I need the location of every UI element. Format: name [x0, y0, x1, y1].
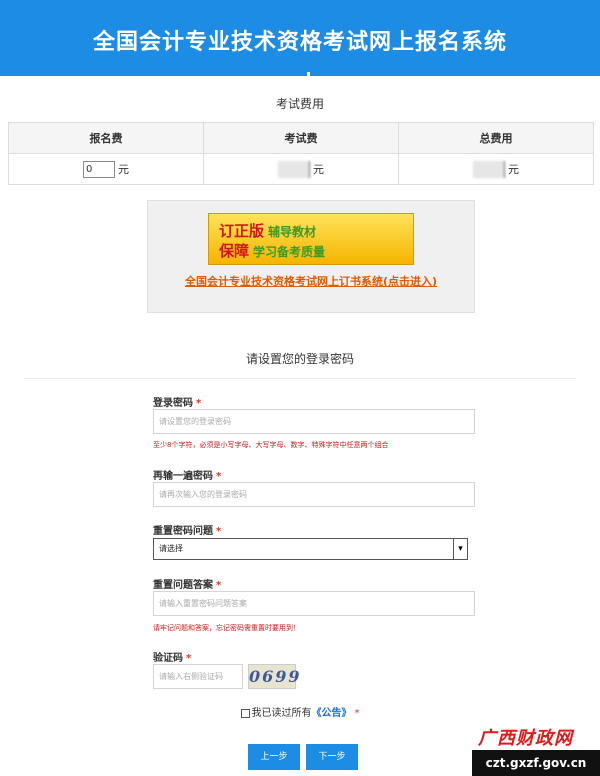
- required-mark: *: [186, 653, 192, 664]
- promo-banner-line2-sub: 学习备考质量: [253, 245, 326, 259]
- chevron-down-icon[interactable]: ▾: [453, 539, 467, 559]
- security-answer-label: 重置问题答案 *: [153, 576, 221, 591]
- fee-unit: 元: [118, 163, 129, 176]
- fee-unit: 元: [508, 163, 519, 176]
- promo-banner-line1: 订正版 辅导教材: [219, 220, 316, 241]
- promo-banner-line2: 保障 学习备考质量: [219, 240, 325, 261]
- confirm-password-input[interactable]: 请再次输入您的登录密码: [153, 482, 475, 507]
- page-header: 全国会计专业技术资格考试网上报名系统: [0, 0, 600, 78]
- app-title: 全国会计专业技术资格考试网上报名系统: [92, 30, 507, 55]
- required-mark: *: [196, 398, 202, 409]
- registration-fee-value: 0: [83, 160, 115, 178]
- confirm-password-label: 再输一遍密码 *: [153, 467, 221, 482]
- agree-row: 我已读过所有《公告》 *: [0, 704, 600, 719]
- captcha-input[interactable]: 请输入右侧验证码: [153, 664, 243, 689]
- security-answer-hint: 请牢记问题和答案，忘记密码需重置时要用到！: [153, 624, 300, 632]
- password-input[interactable]: 请设置您的登录密码: [153, 409, 475, 434]
- security-question-label: 重置密码问题 *: [153, 522, 221, 537]
- exam-fee-cell: 元: [203, 153, 399, 185]
- security-question-label-text: 重置密码问题: [153, 526, 213, 537]
- required-mark: *: [354, 708, 360, 719]
- captcha-image[interactable]: 0699: [248, 664, 300, 689]
- promo-box: 订正版 辅导教材 保障 学习备考质量 全国会计专业技术资格考试网上订书系统(点击进入…: [147, 200, 475, 313]
- required-mark: *: [216, 526, 222, 537]
- captcha-label-text: 验证码: [153, 653, 183, 664]
- required-mark: *: [216, 580, 222, 591]
- promo-banner-line2-main: 保障: [219, 242, 250, 260]
- confirm-password-label-text: 再输一遍密码: [153, 471, 213, 482]
- promo-banner-line1-sub: 辅导教材: [268, 225, 317, 239]
- fee-unit: 元: [313, 163, 324, 176]
- fee-col-exam: 考试费: [203, 122, 399, 154]
- fee-table-header: 报名费 考试费 总费用: [8, 122, 594, 154]
- notice-link[interactable]: 《公告》: [312, 708, 352, 719]
- agree-checkbox[interactable]: [240, 708, 250, 718]
- captcha-label: 验证码 *: [153, 649, 191, 664]
- fee-table: 报名费 考试费 总费用 0元 元 元: [8, 122, 594, 185]
- security-question-select[interactable]: 请选择 ▾: [153, 538, 468, 560]
- prev-button[interactable]: 上一步: [248, 744, 300, 770]
- registration-fee-cell: 0元: [8, 153, 204, 185]
- security-answer-input[interactable]: 请输入重置密码问题答案: [153, 591, 475, 616]
- exam-fee-blurred-value: [278, 160, 310, 178]
- next-button[interactable]: 下一步: [306, 744, 358, 770]
- security-question-selected: 请选择: [159, 544, 183, 553]
- divider: [24, 378, 576, 379]
- agree-text: 我已读过所有: [251, 708, 312, 719]
- fee-col-total: 总费用: [398, 122, 594, 154]
- required-mark: *: [216, 471, 222, 482]
- form-title: 请设置您的登录密码: [245, 352, 354, 366]
- password-hint: 至少8个字符，必须是小写字母、大写字母、数字、特殊字符中任意两个组合: [153, 441, 389, 449]
- fee-table-row: 0元 元 元: [8, 153, 594, 185]
- fee-col-registration: 报名费: [8, 122, 204, 154]
- password-label-text: 登录密码: [153, 398, 193, 409]
- header-marker: [307, 72, 310, 78]
- promo-banner-line1-main: 订正版: [219, 222, 265, 240]
- total-fee-cell: 元: [398, 153, 594, 185]
- fee-caption: 考试费用: [275, 97, 324, 111]
- security-answer-label-text: 重置问题答案: [153, 580, 213, 591]
- book-order-link[interactable]: 全国会计专业技术资格考试网上订书系统(点击进入): [148, 273, 474, 289]
- total-fee-blurred-value: [473, 160, 505, 178]
- watermark-domain: czt.gxzf.gov.cn: [472, 750, 600, 776]
- promo-banner[interactable]: 订正版 辅导教材 保障 学习备考质量: [208, 213, 414, 265]
- watermark-brand: 广西财政网: [478, 728, 573, 749]
- password-label: 登录密码 *: [153, 394, 201, 409]
